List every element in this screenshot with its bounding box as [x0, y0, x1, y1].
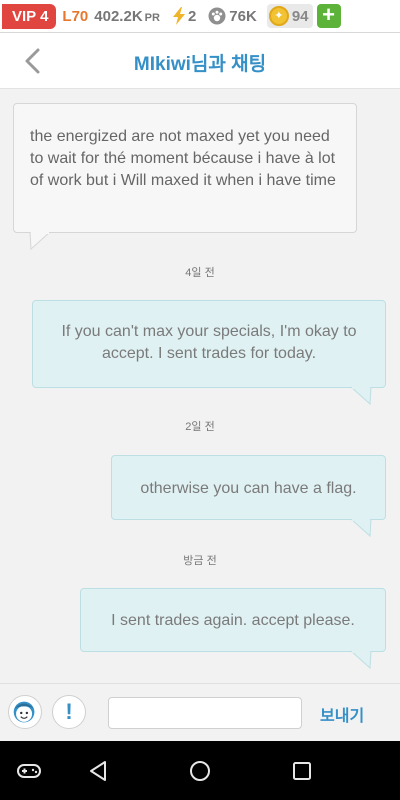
power-unit: PR — [144, 11, 160, 24]
coin-balance[interactable]: ✦ 94 — [266, 4, 313, 28]
chat-title: MIkiwi님과 채팅 — [133, 54, 267, 75]
back-triangle-icon[interactable] — [86, 758, 112, 784]
message-text: otherwise you can have a flag. — [140, 480, 357, 497]
outgoing-message-bubble: I sent trades again. accept please. — [80, 588, 386, 652]
chat-message-list[interactable]: the energized are not maxed yet you need… — [0, 90, 400, 683]
home-circle-icon[interactable] — [187, 758, 213, 784]
message-text: If you can't max your specials, I'm okay… — [61, 323, 357, 362]
outgoing-message-bubble: If you can't max your specials, I'm okay… — [32, 300, 386, 388]
incoming-message-bubble: the energized are not maxed yet you need… — [13, 103, 357, 233]
outgoing-bubble-tail — [350, 651, 372, 669]
system-navigation-bar — [0, 741, 400, 800]
outgoing-message-bubble: otherwise you can have a flag. — [111, 455, 386, 520]
food-value: 76K — [229, 7, 257, 25]
energy-value: 2 — [187, 7, 197, 25]
power-value: 402.2K — [94, 7, 143, 25]
alert-button[interactable]: ! — [52, 695, 86, 729]
outgoing-bubble-tail — [350, 387, 372, 405]
emoji-button[interactable] — [8, 695, 42, 729]
game-status-bar: VIP 4 L70 402.2K PR 2 76K ✦ 94 + — [0, 0, 400, 33]
incoming-bubble-tail — [29, 232, 51, 250]
emoji-face-icon — [13, 701, 35, 723]
recents-square-icon[interactable] — [289, 758, 315, 784]
message-timestamp: 2일 전 — [185, 421, 215, 433]
message-input[interactable] — [108, 697, 302, 729]
player-level: L70 — [62, 7, 89, 25]
message-input-bar: ! 보내기 — [0, 683, 400, 741]
add-coins-button[interactable]: + — [316, 4, 341, 28]
bolt-icon — [172, 7, 185, 25]
energy-stat[interactable]: 2 — [172, 7, 196, 25]
power-rating: 402.2K PR — [94, 8, 160, 25]
food-stat[interactable]: 76K — [208, 7, 257, 25]
message-text: the energized are not maxed yet you need… — [30, 128, 336, 189]
coin-value: 94 — [291, 7, 309, 25]
vip-badge[interactable]: VIP 4 — [2, 3, 57, 29]
send-button[interactable]: 보내기 — [320, 702, 364, 726]
paw-icon — [208, 7, 226, 25]
gamepad-icon[interactable] — [16, 758, 42, 784]
coin-icon: ✦ — [268, 6, 289, 26]
outgoing-bubble-tail — [350, 519, 372, 537]
message-text: I sent trades again. accept please. — [111, 612, 355, 629]
chat-header: MIkiwi님과 채팅 — [0, 33, 400, 89]
message-timestamp: 방금 전 — [183, 555, 217, 567]
message-timestamp: 4일 전 — [185, 267, 215, 279]
